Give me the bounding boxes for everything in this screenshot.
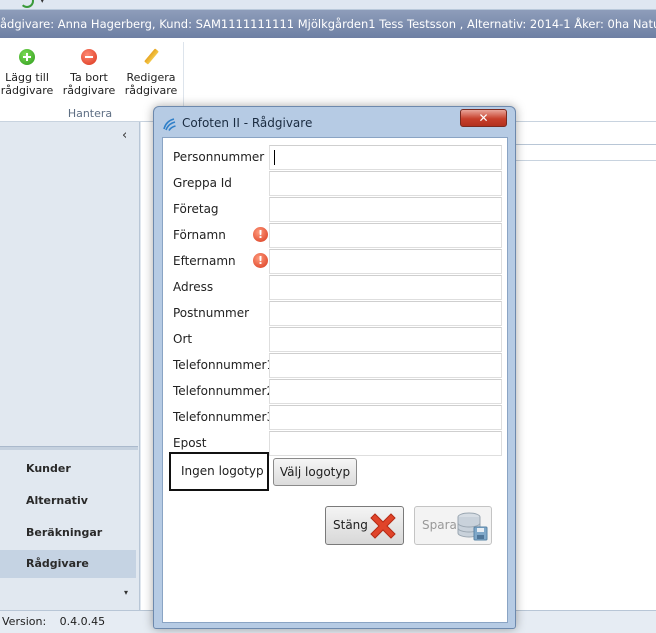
delete-advisor-label: Ta bort rådgivare	[62, 71, 116, 97]
nav-item-kunder[interactable]: Kunder	[0, 455, 136, 483]
field-label: Telefonnummer2	[173, 384, 275, 398]
add-advisor-button[interactable]: Lägg till rådgivare	[0, 46, 57, 97]
telefonnummer1-input[interactable]	[269, 353, 502, 378]
error-icon: !	[253, 253, 268, 268]
personnummer-input[interactable]	[269, 145, 502, 170]
quick-access-toolbar: ▾	[0, 0, 656, 10]
field-row-telefonnummer1: Telefonnummer1	[163, 352, 502, 378]
field-label: Personnummer	[173, 150, 265, 164]
navigation-panel: ‹ Kunder Alternativ Beräkningar Rådgivar…	[0, 122, 140, 610]
field-label: Telefonnummer1	[173, 358, 275, 372]
telefonnummer3-input[interactable]	[269, 405, 502, 430]
field-label: Greppa Id	[173, 176, 232, 190]
efternamn-input[interactable]	[269, 249, 502, 274]
nav-more-chevron-icon[interactable]: ▾	[124, 588, 128, 597]
dialog-close-button[interactable]: ✕	[460, 109, 507, 127]
edit-advisor-label: Redigera rådgivare	[124, 71, 178, 97]
remove-icon	[81, 49, 97, 65]
field-row-postnummer: Postnummer	[163, 300, 502, 326]
close-button[interactable]: Stäng	[325, 506, 404, 545]
edit-advisor-button[interactable]: Redigera rådgivare	[121, 46, 181, 97]
field-label: Adress	[173, 280, 214, 294]
red-x-icon	[370, 513, 396, 539]
nav-item-berakningar[interactable]: Beräkningar	[0, 519, 136, 547]
dialog-title: Cofoten II - Rådgivare	[182, 116, 313, 130]
field-row-telefonnummer3: Telefonnummer3	[163, 404, 502, 430]
refresh-icon[interactable]	[20, 0, 34, 8]
postnummer-input[interactable]	[269, 301, 502, 326]
field-row-personnummer: Personnummer	[163, 144, 502, 170]
field-row-adress: Adress	[163, 274, 502, 300]
version-label: Version:	[2, 615, 47, 628]
context-status-bar: ådgivare: Anna Hagerberg, Kund: SAM11111…	[0, 10, 656, 38]
telefonnummer2-input[interactable]	[269, 379, 502, 404]
nav-item-radgivare[interactable]: Rådgivare	[0, 550, 136, 578]
dialog-body: Personnummer Greppa Id Företag Förnamn !…	[162, 137, 508, 623]
field-row-ort: Ort	[163, 326, 502, 352]
ort-input[interactable]	[269, 327, 502, 352]
database-save-icon	[457, 512, 488, 541]
advisor-dialog: Cofoten II - Rådgivare ✕ Personnummer Gr…	[153, 106, 516, 629]
collapse-chevron-icon[interactable]: ‹	[122, 128, 127, 143]
ribbon-group-label: Hantera	[67, 107, 113, 120]
field-label: Förnamn	[173, 228, 226, 242]
adress-input[interactable]	[269, 275, 502, 300]
nav-item-alternativ[interactable]: Alternativ	[0, 487, 136, 515]
field-label: Företag	[173, 202, 219, 216]
text-caret	[274, 150, 275, 165]
field-row-greppa-id: Greppa Id	[163, 170, 502, 196]
field-row-telefonnummer2: Telefonnummer2	[163, 378, 502, 404]
pencil-icon	[143, 49, 159, 65]
logo-status: Ingen logotyp	[169, 452, 269, 491]
content-divider	[511, 160, 656, 161]
fornamn-input[interactable]	[269, 223, 502, 248]
foretag-input[interactable]	[269, 197, 502, 222]
choose-logo-button[interactable]: Välj logotyp	[273, 458, 357, 486]
delete-advisor-button[interactable]: Ta bort rådgivare	[59, 46, 119, 97]
save-button-label: Spara	[422, 518, 457, 532]
close-button-label: Stäng	[333, 518, 368, 532]
nav-splitter[interactable]	[0, 446, 138, 450]
field-label: Telefonnummer3	[173, 410, 275, 424]
error-icon: !	[253, 227, 268, 242]
field-row-foretag: Företag	[163, 196, 502, 222]
field-row-fornamn: Förnamn !	[163, 222, 502, 248]
add-icon	[19, 49, 35, 65]
version-value: 0.4.0.45	[59, 615, 106, 628]
customize-dropdown-icon[interactable]: ▾	[40, 0, 45, 6]
field-label: Postnummer	[173, 306, 250, 320]
save-button[interactable]: Spara	[414, 506, 492, 545]
add-advisor-label: Lägg till rådgivare	[0, 71, 54, 97]
epost-input[interactable]	[269, 431, 502, 456]
field-label: Ort	[173, 332, 193, 346]
field-row-efternamn: Efternamn !	[163, 248, 502, 274]
field-label: Efternamn	[173, 254, 236, 268]
greppa-id-input[interactable]	[269, 171, 502, 196]
